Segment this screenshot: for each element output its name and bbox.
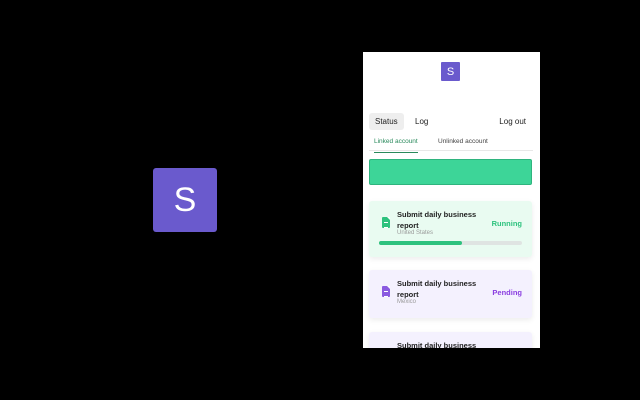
card-title: Submit daily business report xyxy=(397,341,477,348)
task-card[interactable]: Submit daily business report United Stat… xyxy=(369,201,532,257)
document-icon xyxy=(382,217,390,228)
card-country: Mexico xyxy=(397,299,417,305)
progress-bar xyxy=(379,241,522,245)
tab-log[interactable]: Log xyxy=(409,113,434,130)
tab-status[interactable]: Status xyxy=(369,113,404,130)
progress-fill xyxy=(379,241,462,245)
promo-logo: S xyxy=(153,168,217,232)
tab-unlinked-account[interactable]: Unlinked account xyxy=(438,138,488,150)
linked-account-banner[interactable] xyxy=(369,159,532,185)
tabs-divider xyxy=(369,150,533,151)
card-country: United States xyxy=(397,230,434,236)
status-badge: Running xyxy=(491,219,522,228)
card-title: Submit daily business report xyxy=(397,210,477,230)
document-icon xyxy=(382,286,390,297)
task-card[interactable]: Submit daily business report xyxy=(369,332,532,348)
logout-button[interactable]: Log out xyxy=(499,113,526,130)
app-window: S Status Log Log out Linked account Unli… xyxy=(363,52,540,348)
task-card[interactable]: Submit daily business report Mexico Pend… xyxy=(369,270,532,318)
card-title: Submit daily business report xyxy=(397,279,477,299)
app-logo: S xyxy=(441,62,460,81)
status-badge: Pending xyxy=(492,288,522,297)
